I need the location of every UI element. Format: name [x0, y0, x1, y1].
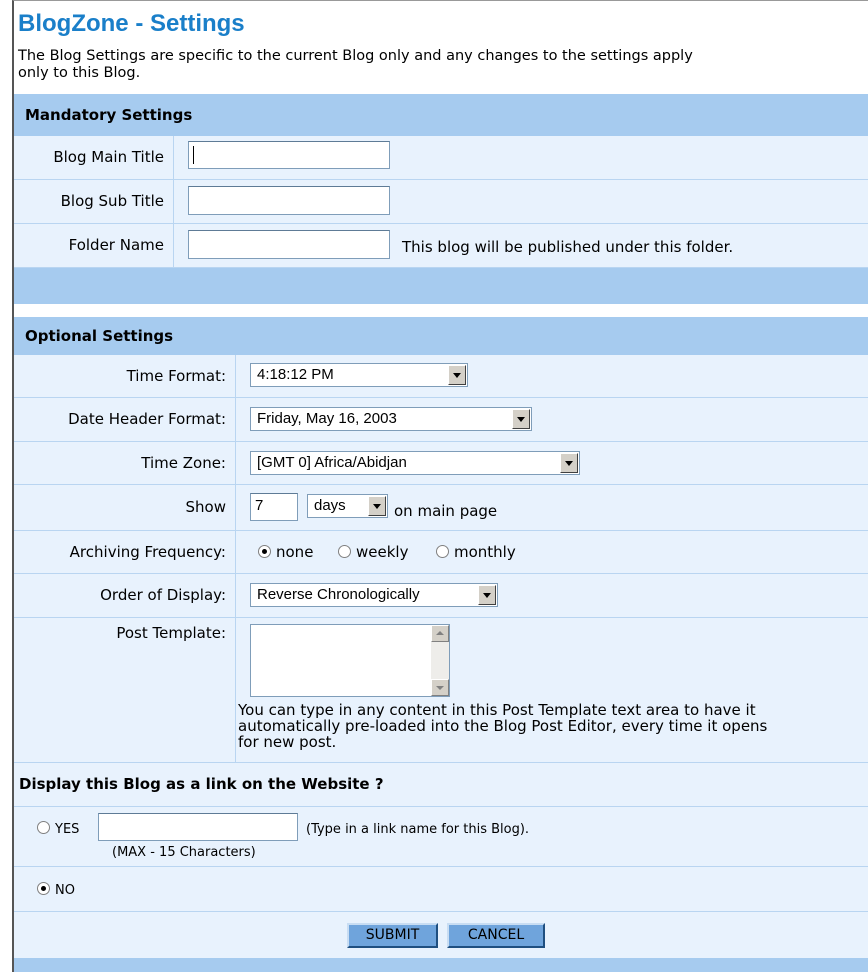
- chevron-down-icon[interactable]: [448, 365, 466, 385]
- show-suffix: on main page: [394, 502, 498, 520]
- archiving-row: Archiving Frequency: none weekly monthly: [14, 531, 868, 574]
- show-count-input[interactable]: 7: [250, 493, 298, 521]
- show-unit-value: days: [314, 497, 346, 514]
- order-display-value: Reverse Chronologically: [257, 586, 420, 603]
- link-no-row: NO: [14, 867, 868, 912]
- archiving-option-monthly[interactable]: monthly: [436, 543, 516, 561]
- submit-button[interactable]: SUBMIT: [347, 923, 438, 948]
- folder-name-label: Folder Name: [14, 224, 174, 267]
- show-unit-select[interactable]: days: [307, 494, 388, 518]
- radio-icon[interactable]: [436, 545, 449, 558]
- order-display-row: Order of Display: Reverse Chronologicall…: [14, 574, 868, 618]
- archiving-option-weekly[interactable]: weekly: [338, 543, 408, 561]
- show-label: Show: [14, 485, 236, 530]
- time-zone-value: [GMT 0] Africa/Abidjan: [257, 454, 407, 471]
- date-header-select[interactable]: Friday, May 16, 2003: [250, 407, 532, 431]
- time-format-row: Time Format: 4:18:12 PM: [14, 355, 868, 398]
- time-format-value: 4:18:12 PM: [257, 366, 334, 383]
- main-title-row: Blog Main Title: [14, 136, 868, 180]
- chevron-down-icon[interactable]: [478, 585, 496, 605]
- max-chars-hint: (MAX - 15 Characters): [112, 845, 256, 860]
- post-template-help-line-3: for new post.: [238, 733, 337, 751]
- time-zone-label: Time Zone:: [14, 442, 236, 484]
- mandatory-footer-band: [14, 268, 868, 304]
- main-title-label: Blog Main Title: [14, 136, 174, 179]
- show-count-value: 7: [255, 497, 264, 514]
- intro-text: The Blog Settings are specific to the cu…: [18, 48, 858, 82]
- scroll-up-icon[interactable]: [431, 625, 449, 642]
- post-template-help-line-1: You can type in any content in this Post…: [238, 701, 756, 719]
- post-template-help-line-2: automatically pre-loaded into the Blog P…: [238, 717, 768, 735]
- chevron-down-icon[interactable]: [512, 409, 530, 429]
- link-hint: (Type in a link name for this Blog).: [306, 822, 530, 837]
- folder-name-row: Folder Name This blog will be published …: [14, 224, 868, 268]
- sub-title-label: Blog Sub Title: [14, 180, 174, 223]
- radio-icon[interactable]: [338, 545, 351, 558]
- post-template-textarea[interactable]: [250, 624, 450, 697]
- radio-selected-icon[interactable]: [37, 882, 50, 895]
- sub-title-input[interactable]: [188, 186, 390, 215]
- date-header-value: Friday, May 16, 2003: [257, 410, 397, 427]
- mandatory-settings-heading: Mandatory Settings: [14, 94, 868, 136]
- main-title-input[interactable]: [188, 141, 390, 169]
- order-display-select[interactable]: Reverse Chronologically: [250, 583, 498, 607]
- link-heading: Display this Blog as a link on the Websi…: [14, 763, 868, 807]
- link-no-option[interactable]: NO: [37, 882, 75, 898]
- link-yes-row: YES (Type in a link name for this Blog).…: [14, 807, 868, 867]
- folder-name-input[interactable]: [188, 230, 390, 259]
- sub-title-row: Blog Sub Title: [14, 180, 868, 224]
- time-format-label: Time Format:: [14, 355, 236, 397]
- text-cursor: [193, 146, 194, 164]
- chevron-down-icon[interactable]: [368, 496, 386, 516]
- archiving-option-none[interactable]: none: [258, 543, 313, 561]
- link-yes-option[interactable]: YES: [37, 821, 79, 837]
- radio-icon[interactable]: [37, 821, 50, 834]
- date-header-row: Date Header Format: Friday, May 16, 2003: [14, 398, 868, 442]
- post-template-row: Post Template: You can type in any conte…: [14, 618, 868, 763]
- link-name-input[interactable]: [98, 813, 298, 841]
- order-display-label: Order of Display:: [14, 574, 236, 617]
- time-zone-select[interactable]: [GMT 0] Africa/Abidjan: [250, 451, 580, 475]
- page-title: BlogZone - Settings: [18, 10, 245, 37]
- radio-selected-icon[interactable]: [258, 545, 271, 558]
- archiving-label: Archiving Frequency:: [14, 531, 236, 573]
- cancel-button[interactable]: CANCEL: [447, 923, 545, 948]
- textarea-scrollbar[interactable]: [431, 625, 449, 696]
- folder-hint: This blog will be published under this f…: [402, 238, 734, 256]
- chevron-down-icon[interactable]: [560, 453, 578, 473]
- intro-line-1: The Blog Settings are specific to the cu…: [18, 48, 693, 64]
- post-template-label: Post Template:: [14, 618, 236, 762]
- scroll-down-icon[interactable]: [431, 679, 449, 696]
- page-footer-band: [14, 958, 868, 972]
- show-row: Show 7 days on main page: [14, 485, 868, 531]
- optional-settings-heading: Optional Settings: [14, 317, 868, 355]
- date-header-label: Date Header Format:: [14, 398, 236, 441]
- time-zone-row: Time Zone: [GMT 0] Africa/Abidjan: [14, 442, 868, 485]
- intro-line-2: only to this Blog.: [18, 65, 141, 81]
- time-format-select[interactable]: 4:18:12 PM: [250, 363, 468, 387]
- actions-row: SUBMIT CANCEL: [14, 912, 868, 958]
